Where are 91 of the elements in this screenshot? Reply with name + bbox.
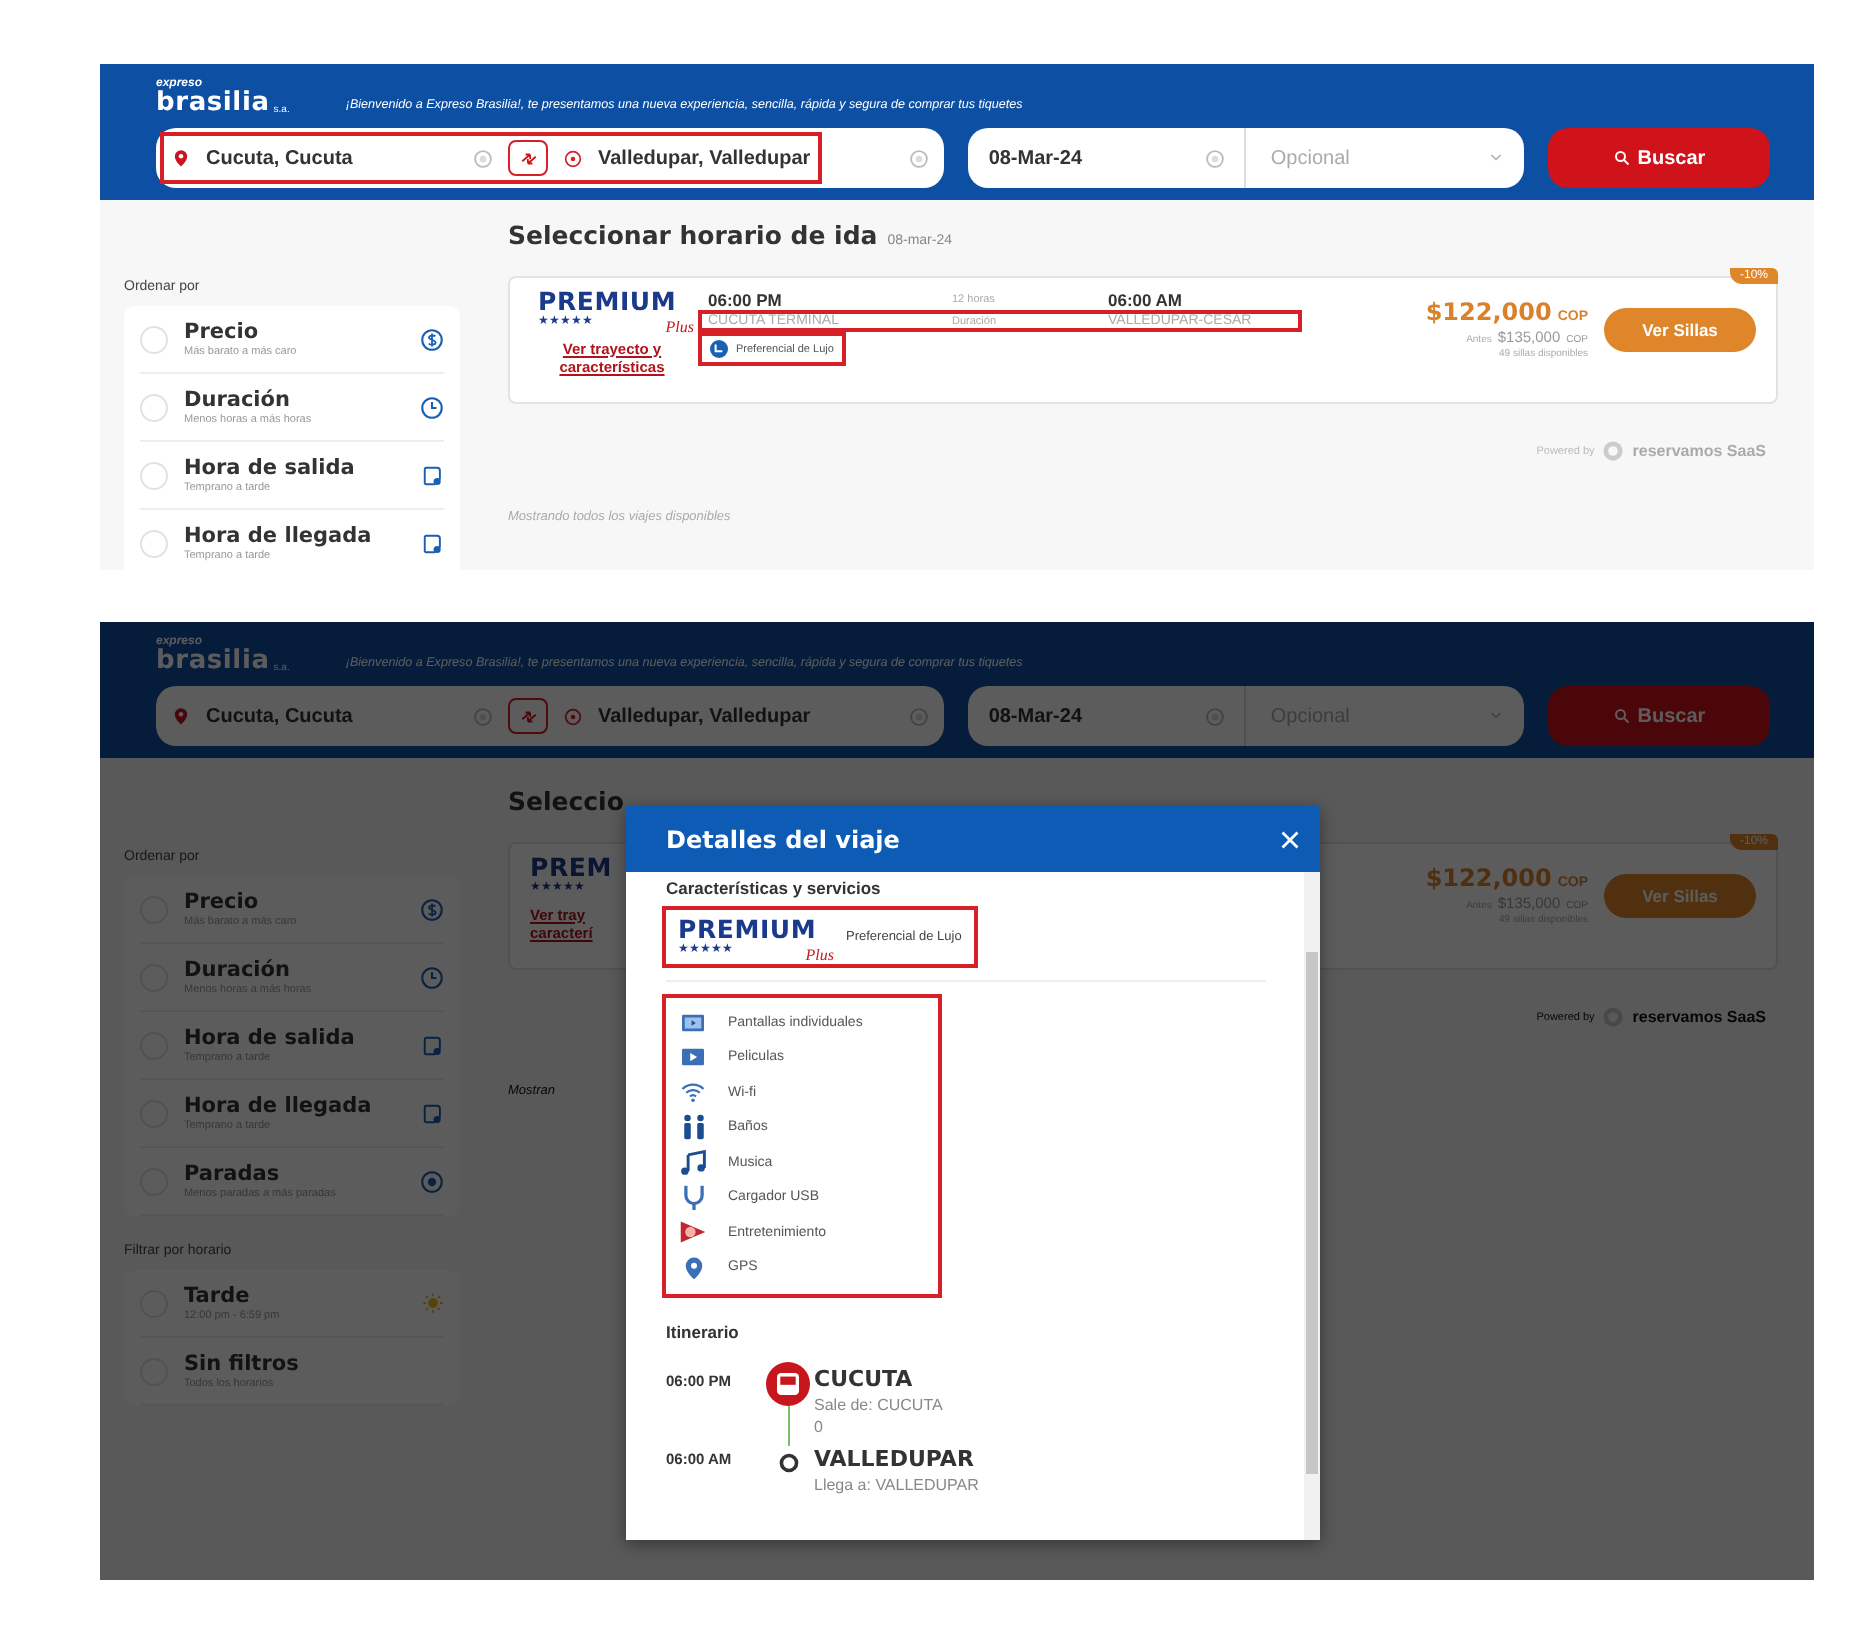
clock-icon [420,965,444,989]
play-badge-icon [678,1218,708,1247]
bus-icon [766,1361,810,1405]
option-title[interactable]: Hora de salida [184,456,406,480]
option-title[interactable]: Duración [184,958,404,982]
clear-icon [474,707,492,725]
stop-name: VALLEDUPAR [814,1445,976,1471]
date-value[interactable]: 08-Mar-24 [988,705,1187,727]
wifi-icon [678,1080,708,1105]
close-icon [1280,829,1300,849]
stop-circle-icon [420,1169,444,1193]
option-title[interactable]: Hora de salida [184,1026,406,1050]
results-title: Seleccionar horario de ida [508,220,878,250]
option-title[interactable]: Hora de llegada [184,1094,406,1118]
clear-icon [474,149,492,167]
date-value[interactable]: 08-Mar-24 [988,147,1187,169]
sun-icon [422,1292,444,1314]
route-field[interactable]: Cucuta, Cucuta Valledupar, Valledupar [156,128,945,188]
results-title: Seleccio [508,786,624,816]
option-title[interactable]: Hora de llegada [184,524,406,548]
clock-icon [420,395,444,419]
search-button[interactable]: Buscar [1548,128,1770,188]
option-title[interactable]: Paradas [184,1162,404,1186]
scrollbar-thumb[interactable] [1306,952,1318,1474]
endpoint-circle-icon [777,1451,799,1473]
view-seats-button[interactable]: Ver Sillas [1604,873,1756,917]
pin-outline-icon [564,149,582,167]
scrollbar[interactable] [1304,872,1320,1540]
search-icon [1613,150,1630,166]
arrival-time: 06:00 AM [1108,290,1185,310]
option-title[interactable]: Duración [184,388,404,412]
clear-icon [1206,707,1225,725]
restroom-icon [679,1114,707,1141]
price: $122,000 [1425,864,1552,892]
radio-button[interactable] [140,325,168,353]
view-seats-button[interactable]: Ver Sillas [1604,307,1756,351]
powered-by-brand: reservamos SaaS [1632,442,1766,460]
price: $122,000 [1425,298,1552,326]
usb-plug-icon [679,1184,707,1211]
brand-script: Plus [805,947,834,963]
clear-icon [1206,149,1225,167]
option-title[interactable]: Sin filtros [184,1352,444,1376]
swap-arrows-icon [517,707,539,725]
origin-value[interactable]: Cucuta, Cucuta [206,705,458,727]
brand-script: Plus [665,319,694,335]
option-title[interactable]: Precio [184,320,404,344]
chevron-down-icon [1488,710,1505,722]
radio-button[interactable] [140,529,168,557]
stop-detail: Llega a: VALLEDUPAR [814,1475,981,1493]
close-button[interactable] [1280,829,1300,849]
search-icon [1613,708,1630,724]
pin-outline-icon [564,707,582,725]
chevron-down-icon [1488,152,1505,164]
stop-name: CUCUTA [814,1363,915,1391]
destination-value[interactable]: Valledupar, Valledupar [598,147,811,169]
route-field[interactable]: Cucuta, Cucuta Valledupar, Valledupar [156,686,945,746]
stop-detail: Sale de: CUCUTA [814,1395,945,1413]
clear-icon [910,149,929,167]
brand-icon [1602,440,1625,462]
swap-arrows-icon [517,149,539,167]
dialog-title: Detalles del viaje [666,825,900,853]
screen-icon [678,1011,708,1034]
clear-icon [910,707,929,725]
departure-time: 06:00 PM [708,290,784,310]
brand-wordmark: PREMIUM [678,918,819,943]
video-icon [678,1046,708,1069]
radio-button[interactable] [140,393,168,421]
itinerary-title: Itinerario [666,1321,741,1341]
option-title[interactable]: Precio [184,890,404,914]
logo-wordmark: brasilia [156,90,270,116]
stop-note: 0 [814,1417,825,1435]
option-title[interactable]: Tarde [184,1284,406,1308]
music-icon [678,1149,708,1176]
destination-value[interactable]: Valledupar, Valledupar [598,705,811,727]
pin-icon [172,706,190,726]
location-pin-icon [681,1253,705,1282]
powered-by-brand: reservamos SaaS [1632,1008,1766,1026]
date-field[interactable]: 08-Mar-24 Opcional [968,128,1525,188]
brand-wordmark: PREM [530,856,614,881]
dollar-icon [420,327,444,351]
return-date-placeholder[interactable]: Opcional [1244,128,1469,188]
logo-wordmark: brasilia [156,648,270,674]
origin-value[interactable]: Cucuta, Cucuta [206,147,458,169]
dollar-icon [420,897,444,921]
search-button[interactable]: Buscar [1548,686,1770,746]
brand-wordmark: PREMIUM [538,290,679,315]
radio-button[interactable] [140,461,168,489]
pin-icon [172,148,190,168]
swap-button[interactable] [508,698,548,734]
swap-button[interactable] [508,140,548,176]
section-title: Características y servicios [666,878,883,898]
